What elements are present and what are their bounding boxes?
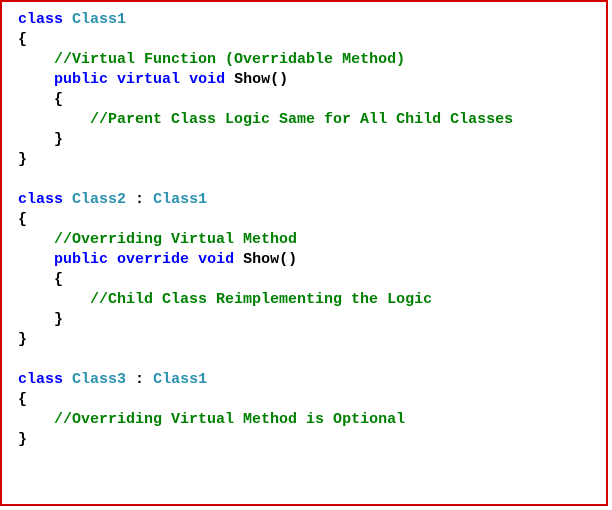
keyword-virtual: virtual [117,71,180,88]
keyword-void: void [189,71,225,88]
keyword-void: void [198,251,234,268]
brace-open: { [54,91,63,108]
keyword-class: class [18,191,63,208]
comment-line: //Overriding Virtual Method is Optional [54,411,405,428]
brace-open: { [18,391,27,408]
brace-close: } [18,431,27,448]
method-name: Show() [243,251,297,268]
keyword-class: class [18,11,63,28]
keyword-class: class [18,371,63,388]
brace-close: } [54,311,63,328]
keyword-public: public [54,71,108,88]
brace-open: { [54,271,63,288]
type-name: Class2 [72,191,126,208]
separator: : [126,191,153,208]
brace-open: { [18,31,27,48]
base-type: Class1 [153,371,207,388]
base-type: Class1 [153,191,207,208]
code-frame: class Class1 { //Virtual Function (Overr… [0,0,608,506]
comment-line: //Parent Class Logic Same for All Child … [90,111,513,128]
keyword-public: public [54,251,108,268]
type-name: Class1 [72,11,126,28]
comment-line: //Child Class Reimplementing the Logic [90,291,432,308]
keyword-override: override [117,251,189,268]
brace-close: } [54,131,63,148]
separator: : [126,371,153,388]
brace-close: } [18,151,27,168]
brace-open: { [18,211,27,228]
method-name: Show() [234,71,288,88]
brace-close: } [18,331,27,348]
code-block: class Class1 { //Virtual Function (Overr… [2,2,606,458]
comment-line: //Virtual Function (Overridable Method) [54,51,405,68]
comment-line: //Overriding Virtual Method [54,231,297,248]
type-name: Class3 [72,371,126,388]
